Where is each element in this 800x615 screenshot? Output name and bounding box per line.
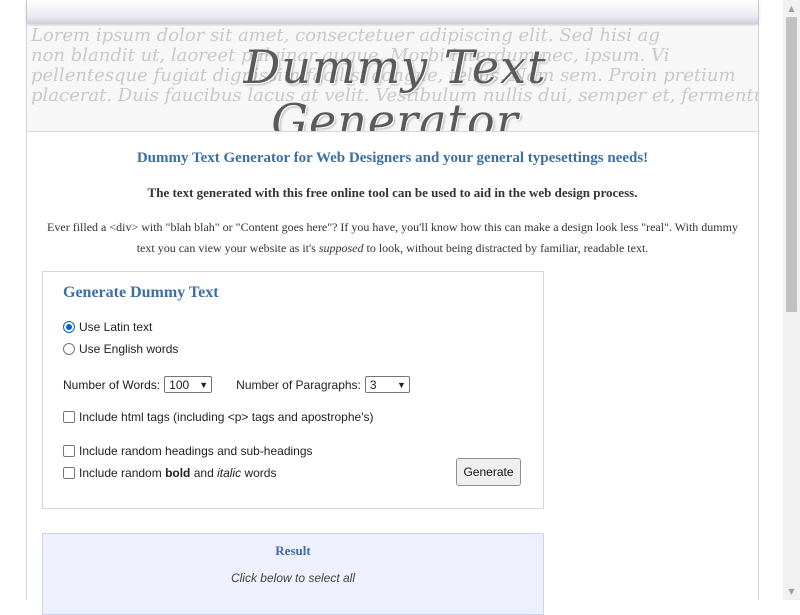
bold-italic-checkbox[interactable] xyxy=(63,467,75,479)
headings-option[interactable]: Include random headings and sub-headings xyxy=(63,444,313,458)
latin-text-option[interactable]: Use Latin text xyxy=(63,320,152,334)
html-tags-checkbox[interactable] xyxy=(63,411,75,423)
bold-word: bold xyxy=(165,466,191,480)
english-words-label[interactable]: Use English words xyxy=(79,342,178,356)
top-bar xyxy=(27,0,758,24)
chevron-down-icon: ▼ xyxy=(396,379,406,390)
english-words-radio[interactable] xyxy=(63,343,75,355)
bold-italic-label[interactable]: Include random bold and italic words xyxy=(79,466,276,480)
latin-text-label[interactable]: Use Latin text xyxy=(79,320,152,334)
html-tags-label[interactable]: Include html tags (including <p> tags an… xyxy=(79,410,373,424)
intro-text-end: to look, without being distracted by fam… xyxy=(363,241,649,255)
scrollbar-thumb[interactable] xyxy=(786,17,797,312)
bold-italic-label-start: Include random xyxy=(79,466,166,480)
paragraphs-label: Number of Paragraphs: xyxy=(236,377,361,392)
generator-form: Generate Dummy Text Use Latin text Use E… xyxy=(42,271,544,509)
intro-paragraph: Ever filled a <div> with "blah blah" or … xyxy=(45,217,740,259)
result-panel: Result Click below to select all xyxy=(42,533,544,615)
words-select-value: 100 xyxy=(169,377,190,392)
latin-text-radio[interactable] xyxy=(63,321,75,333)
vertical-scrollbar[interactable]: ▲ ▼ xyxy=(783,0,800,600)
chevron-down-icon: ▼ xyxy=(199,379,209,390)
result-title: Result xyxy=(275,543,311,558)
page-container: Lorem ipsum dolor sit amet, consectetuer… xyxy=(26,0,759,615)
intro-emphasis: supposed xyxy=(318,241,364,255)
headings-label[interactable]: Include random headings and sub-headings xyxy=(79,444,313,458)
bold-italic-option[interactable]: Include random bold and italic words xyxy=(63,466,276,480)
page-subheading: The text generated with this free online… xyxy=(147,185,638,200)
scroll-down-icon[interactable]: ▼ xyxy=(783,583,800,600)
result-hint: Click below to select all xyxy=(230,571,356,585)
scroll-up-icon[interactable]: ▲ xyxy=(783,0,800,17)
site-logo[interactable]: Dummy Text Generator xyxy=(125,40,665,131)
headings-checkbox[interactable] xyxy=(63,445,75,457)
italic-word: italic xyxy=(217,466,242,480)
count-selectors: Number of Words: 100 ▼ Number of Paragra… xyxy=(63,376,410,393)
html-tags-option[interactable]: Include html tags (including <p> tags an… xyxy=(63,410,373,424)
bold-italic-label-end: words xyxy=(241,466,277,480)
paragraphs-select[interactable]: 3 ▼ xyxy=(364,376,410,393)
bold-italic-label-mid: and xyxy=(190,466,218,480)
header-banner: Lorem ipsum dolor sit amet, consectetuer… xyxy=(27,26,758,132)
generator-title: Generate Dummy Text xyxy=(63,284,219,301)
page-headline: Dummy Text Generator for Web Designers a… xyxy=(136,150,649,166)
words-select[interactable]: 100 ▼ xyxy=(164,376,213,393)
generate-button[interactable]: Generate xyxy=(456,458,521,486)
english-words-option[interactable]: Use English words xyxy=(63,342,178,356)
words-label: Number of Words: xyxy=(63,377,161,392)
paragraphs-select-value: 3 xyxy=(369,377,377,392)
